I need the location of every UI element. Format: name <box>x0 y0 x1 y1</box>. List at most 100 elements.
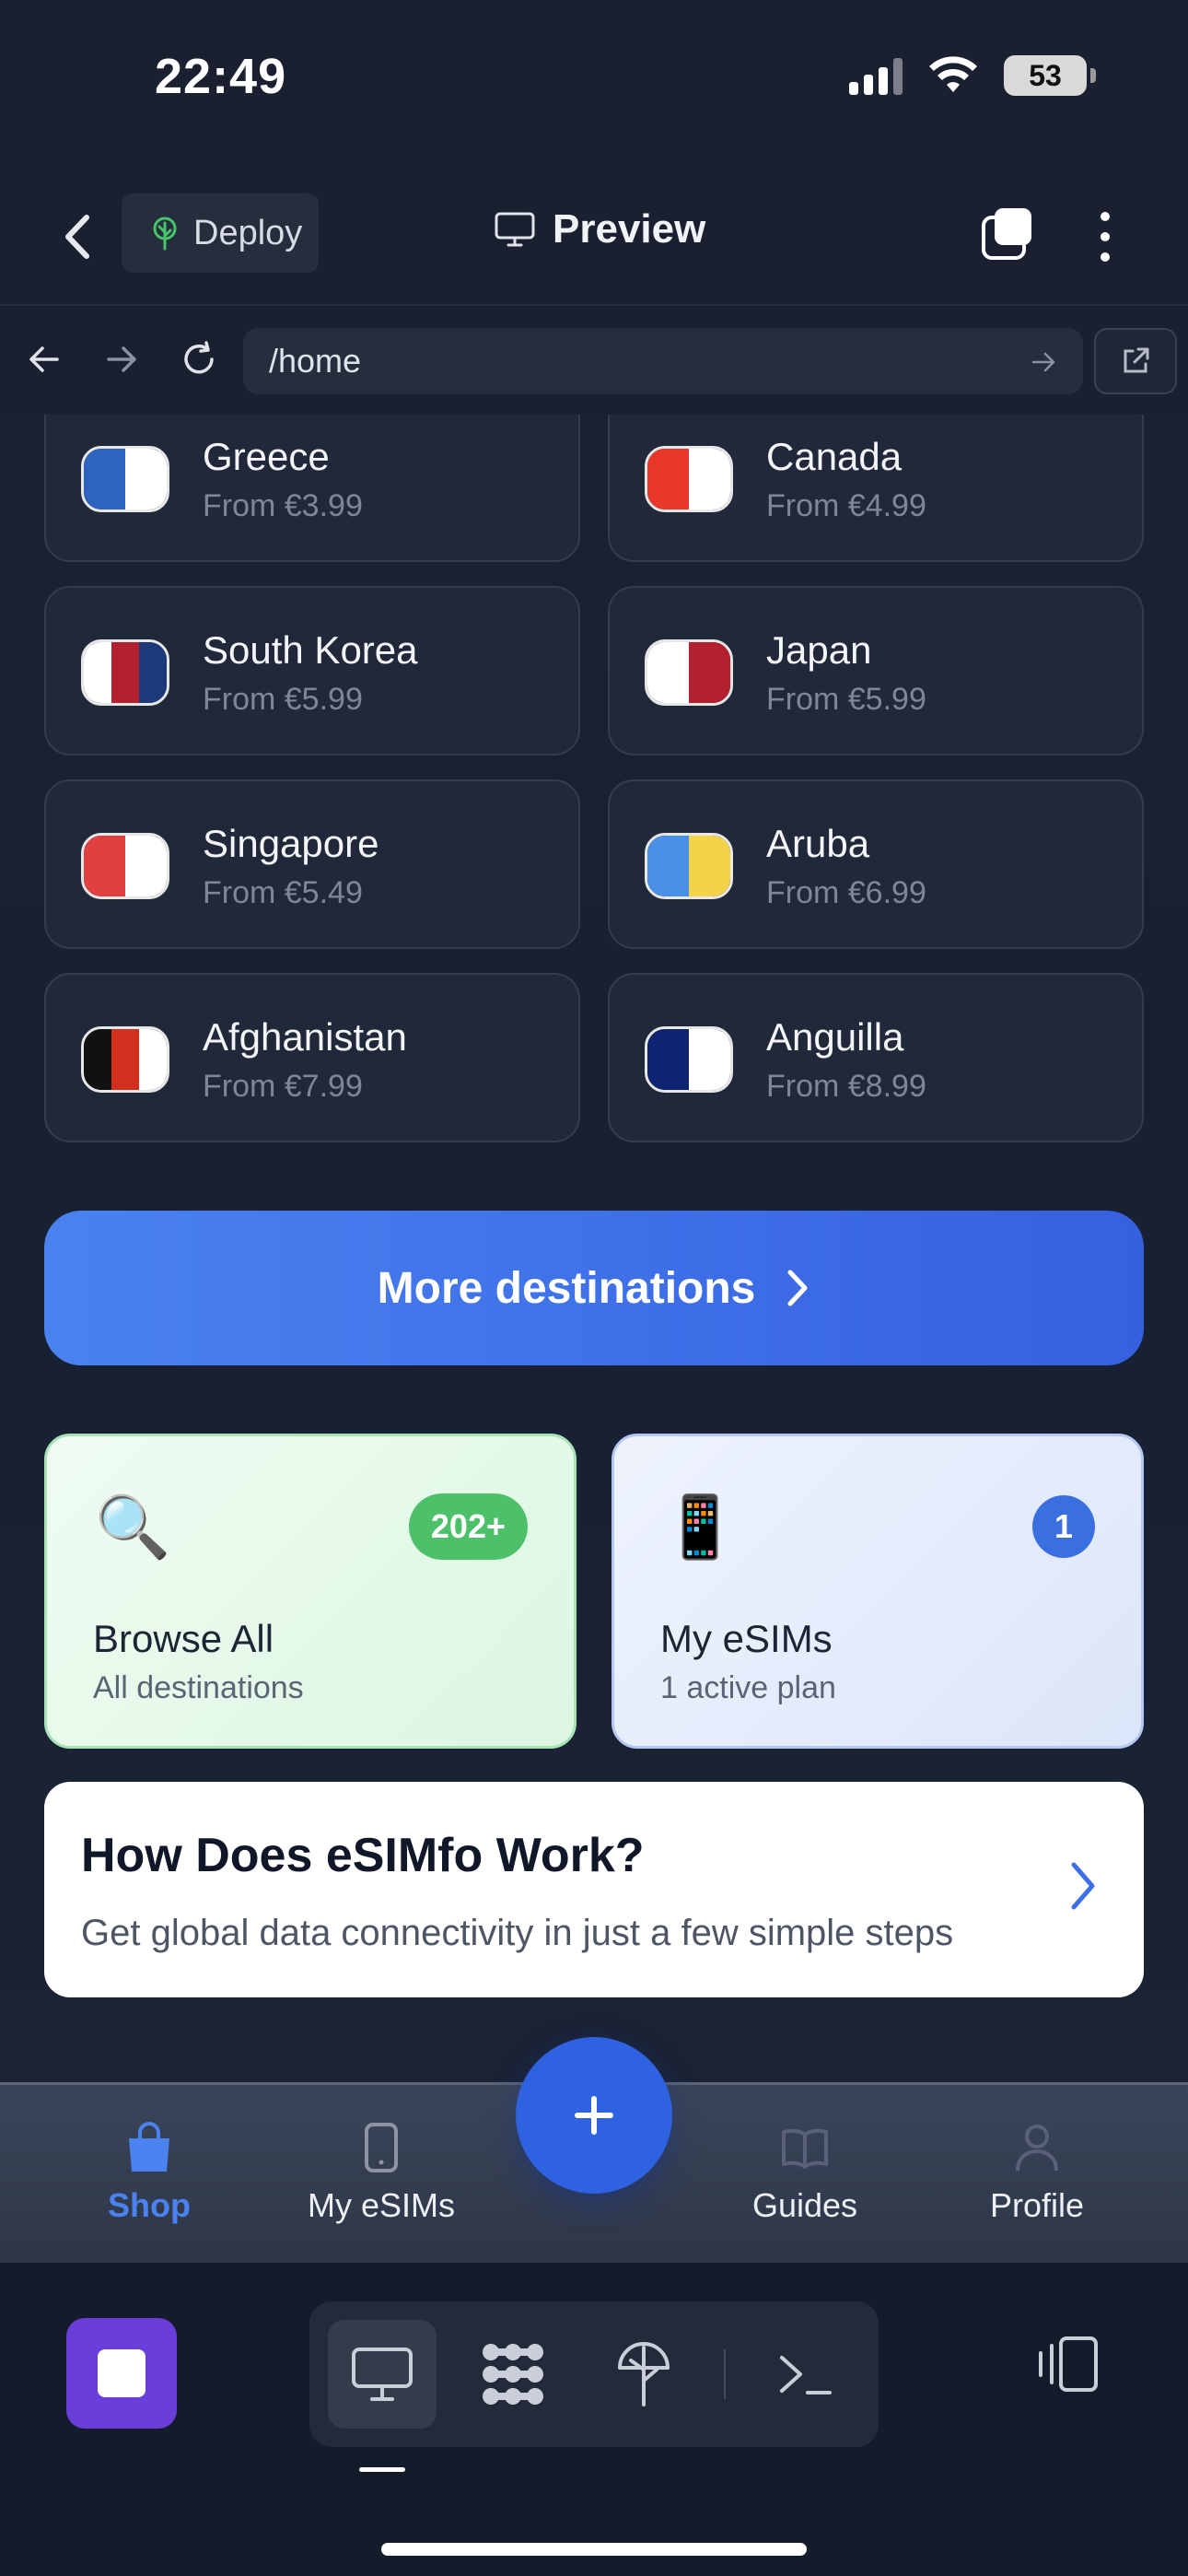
browser-back-button[interactable] <box>17 332 72 387</box>
destination-card[interactable]: South Korea From €5.99 <box>44 586 580 755</box>
destination-card[interactable]: Greece From €3.99 <box>44 415 580 562</box>
plus-icon <box>575 2096 613 2135</box>
bottom-tab-bar: Shop My eSIMs Guides Profile <box>0 2037 1188 2263</box>
tab-shop[interactable]: Shop <box>48 2122 250 2225</box>
wifi-icon <box>929 56 977 92</box>
split-panel-icon <box>1039 2336 1098 2392</box>
chevron-right-icon <box>787 1270 808 1306</box>
status-icons: 53 <box>849 55 1096 96</box>
reload-icon <box>184 341 214 374</box>
chevron-right-icon <box>1066 1857 1098 1919</box>
page-content: Greece From €3.99 Canada From €4.99 South Ko… <box>0 415 1188 2082</box>
how-it-works-subtitle: Get global data connectivity in just a f… <box>81 1913 954 1953</box>
active-view-indicator <box>359 2467 405 2472</box>
terminal-icon <box>780 2356 832 2395</box>
my-esims-card[interactable]: 📱 1 My eSIMs 1 active plan <box>611 1434 1144 1749</box>
split-view-button[interactable] <box>1030 2327 1103 2401</box>
destination-price: From €7.99 <box>203 1069 363 1104</box>
app-header: Deploy Preview <box>0 166 1188 306</box>
magnifier-icon: 🔍 <box>95 1493 171 1561</box>
arrow-right-icon <box>107 346 136 372</box>
arrow-left-icon <box>29 346 59 372</box>
browser-url-bar: /home <box>0 306 1188 415</box>
tab-guides[interactable]: Guides <box>704 2122 906 2225</box>
tab-profile[interactable]: Profile <box>936 2122 1138 2225</box>
destination-name: Greece <box>203 435 330 478</box>
destination-card[interactable]: Canada From €4.99 <box>608 415 1144 562</box>
destination-name: Afghanistan <box>203 1015 407 1059</box>
reload-button[interactable] <box>171 332 227 387</box>
cellular-signal-icon <box>849 56 903 95</box>
preview-title: Preview <box>494 206 705 252</box>
phone-icon <box>365 2123 398 2172</box>
deploy-view-button[interactable] <box>589 2320 698 2429</box>
tree-icon <box>618 2342 670 2406</box>
destination-price: From €8.99 <box>766 1069 926 1104</box>
flag-icon <box>81 833 169 899</box>
monitor-icon <box>352 2348 413 2401</box>
go-button[interactable] <box>1030 346 1059 385</box>
mobile-phone-icon: 📱 <box>662 1493 739 1561</box>
more-options-button[interactable] <box>1090 205 1120 269</box>
home-indicator <box>381 2543 807 2556</box>
nodes-icon <box>483 2344 543 2405</box>
arrow-right-icon <box>1031 352 1055 372</box>
destination-card[interactable]: Anguilla From €8.99 <box>608 973 1144 1142</box>
tabs-button[interactable] <box>980 206 1035 262</box>
browse-all-card[interactable]: 🔍 202+ Browse All All destinations <box>44 1434 577 1749</box>
status-time: 22:49 <box>155 49 287 104</box>
destination-grid: Greece From €3.99 Canada From €4.99 South Ko… <box>44 415 1144 1142</box>
destination-card[interactable]: Afghanistan From €7.99 <box>44 973 580 1142</box>
tab-guides-label: Guides <box>751 2186 858 2224</box>
add-button[interactable] <box>516 2037 672 2194</box>
destination-name: Canada <box>766 435 903 478</box>
back-button[interactable] <box>55 205 99 269</box>
deploy-button[interactable]: Deploy <box>122 193 319 273</box>
destination-card[interactable]: Aruba From €6.99 <box>608 779 1144 949</box>
destination-name: Aruba <box>766 822 870 865</box>
flag-icon <box>645 833 733 899</box>
flag-icon <box>81 1026 169 1093</box>
tab-my-esims[interactable]: My eSIMs <box>280 2122 483 2225</box>
tab-shop-label: Shop <box>108 2186 191 2224</box>
tree-icon <box>153 217 177 251</box>
flag-icon <box>81 639 169 706</box>
more-destinations-label: More destinations <box>377 1263 756 1313</box>
preview-view-button[interactable] <box>328 2320 437 2429</box>
destination-name: Singapore <box>203 822 379 865</box>
flag-icon <box>645 639 733 706</box>
destination-name: Anguilla <box>766 1015 904 1059</box>
how-it-works-card[interactable]: How Does eSIMfo Work? Get global data co… <box>44 1782 1144 1997</box>
terminal-view-button[interactable] <box>751 2320 860 2429</box>
toolbar-divider <box>724 2349 726 2399</box>
book-icon <box>782 2128 828 2169</box>
tab-profile-label: Profile <box>989 2186 1085 2224</box>
destination-card[interactable]: Japan From €5.99 <box>608 586 1144 755</box>
my-esims-subtitle: 1 active plan <box>660 1670 836 1705</box>
destination-card[interactable]: Singapore From €5.49 <box>44 779 580 949</box>
destination-name: South Korea <box>203 628 418 672</box>
chevron-left-icon <box>65 215 89 259</box>
deploy-label: Deploy <box>193 213 303 252</box>
browse-all-title: Browse All <box>93 1617 274 1660</box>
open-external-button[interactable] <box>1094 328 1177 394</box>
more-destinations-button[interactable]: More destinations <box>44 1211 1144 1365</box>
browse-all-subtitle: All destinations <box>93 1670 304 1705</box>
monitor-icon <box>495 212 535 247</box>
url-text: /home <box>269 342 362 380</box>
destination-price: From €6.99 <box>766 875 926 910</box>
how-it-works-title: How Does eSIMfo Work? <box>81 1829 645 1882</box>
external-link-icon <box>1124 347 1149 373</box>
my-esims-title: My eSIMs <box>660 1617 833 1660</box>
nodes-view-button[interactable] <box>459 2320 567 2429</box>
view-switcher <box>309 2301 879 2447</box>
url-input[interactable]: /home <box>243 328 1083 394</box>
stop-app-button[interactable] <box>66 2318 177 2429</box>
flag-icon <box>81 446 169 512</box>
destination-price: From €5.99 <box>766 682 926 717</box>
tab-my-esims-label: My eSIMs <box>307 2186 455 2224</box>
stop-icon <box>98 2349 146 2397</box>
active-plans-badge: 1 <box>1032 1495 1095 1558</box>
destination-price: From €5.99 <box>203 682 363 717</box>
browser-forward-button[interactable] <box>94 332 149 387</box>
